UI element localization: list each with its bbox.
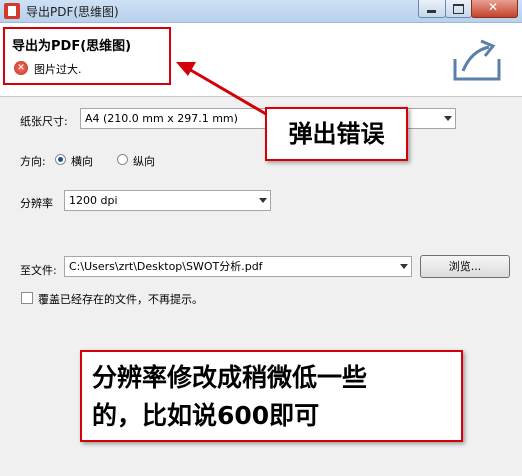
browse-button[interactable]: 浏览... (420, 255, 510, 278)
advice-callout: 分辨率修改成稍微低一些 的，比如说600即可 (80, 350, 463, 442)
paper-size-label: 纸张尺寸: (20, 115, 68, 128)
resolution-label: 分辨率 (20, 197, 53, 210)
file-path-value: C:\Users\zrt\Desktop\SWOT分析.pdf (69, 260, 263, 273)
orientation-label: 方向: (20, 155, 46, 168)
maximize-button[interactable] (445, 0, 472, 18)
error-highlight-box (3, 27, 171, 85)
landscape-label: 横向 (71, 155, 93, 168)
window-title: 导出PDF(思维图) (26, 5, 119, 19)
close-button[interactable] (471, 0, 518, 18)
landscape-radio[interactable] (55, 154, 66, 165)
popup-error-callout: 弹出错误 (265, 107, 408, 161)
file-path-input[interactable]: C:\Users\zrt\Desktop\SWOT分析.pdf (64, 256, 412, 277)
advice-line-1: 分辨率修改成稍微低一些 (92, 363, 368, 392)
chevron-down-icon (444, 116, 452, 121)
overwrite-label: 覆盖已经存在的文件，不再提示。 (38, 293, 203, 306)
resolution-value: 1200 dpi (69, 194, 118, 207)
file-label: 至文件: (20, 264, 57, 277)
pdf-app-icon (4, 3, 20, 19)
advice-line-2: 的，比如说600即可 (92, 401, 320, 430)
paper-size-value: A4 (210.0 mm x 297.1 mm) (85, 112, 238, 125)
chevron-down-icon (400, 264, 408, 269)
portrait-radio[interactable] (117, 154, 128, 165)
title-bar: 导出PDF(思维图) (0, 0, 522, 23)
chevron-down-icon (259, 198, 267, 203)
overwrite-checkbox[interactable] (21, 292, 33, 304)
export-icon (453, 39, 501, 81)
minimize-button[interactable] (418, 0, 446, 18)
resolution-select[interactable]: 1200 dpi (64, 190, 271, 211)
portrait-label: 纵向 (133, 155, 155, 168)
